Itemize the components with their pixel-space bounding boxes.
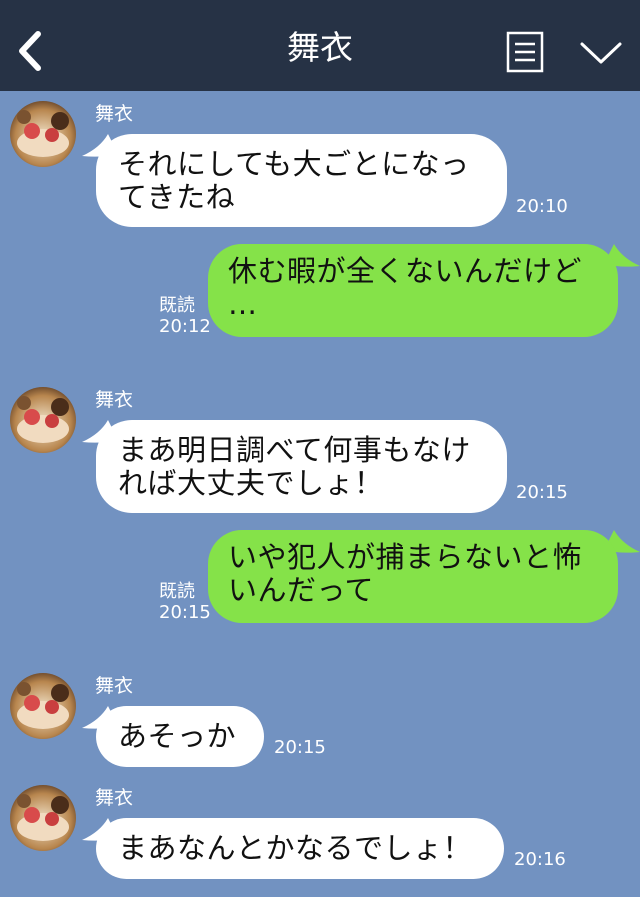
read-receipt: 既読: [159, 581, 195, 602]
message-bubble-incoming[interactable]: それにしても大ごとになっ てきたね: [96, 134, 507, 227]
avatar[interactable]: [10, 387, 76, 453]
message-time: 20:15: [274, 737, 326, 758]
read-receipt: 既読: [159, 295, 195, 316]
message-time: 20:15: [516, 482, 568, 503]
message-time: 20:10: [516, 196, 568, 217]
message-time: 20:16: [514, 849, 566, 870]
sender-name: 舞衣: [95, 675, 134, 697]
menu-list-icon[interactable]: [506, 31, 544, 73]
message-time: 20:15: [159, 602, 211, 623]
message-bubble-outgoing[interactable]: 休む暇が全くないんだけど …: [208, 244, 618, 337]
message-bubble-incoming[interactable]: あそっか: [96, 706, 264, 767]
sender-name: 舞衣: [95, 103, 134, 125]
message-bubble-outgoing[interactable]: いや犯人が捕まらないと怖 いんだって: [208, 530, 618, 623]
avatar-cake-image: [10, 387, 76, 453]
message-time: 20:12: [159, 316, 211, 337]
sender-name: 舞衣: [95, 787, 134, 809]
avatar-cake-image: [10, 673, 76, 739]
chat-title: 舞衣: [287, 28, 353, 67]
chat-header: 舞衣: [0, 0, 640, 91]
message-bubble-incoming[interactable]: まあなんとかなるでしょ！: [96, 818, 504, 879]
avatar-cake-image: [10, 785, 76, 851]
message-bubble-incoming[interactable]: まあ明日調べて何事もなけ れば大丈夫でしょ！: [96, 420, 507, 513]
avatar[interactable]: [10, 673, 76, 739]
avatar-cake-image: [10, 101, 76, 167]
avatar[interactable]: [10, 785, 76, 851]
sender-name: 舞衣: [95, 389, 134, 411]
avatar[interactable]: [10, 101, 76, 167]
chevron-down-icon[interactable]: [578, 38, 624, 68]
